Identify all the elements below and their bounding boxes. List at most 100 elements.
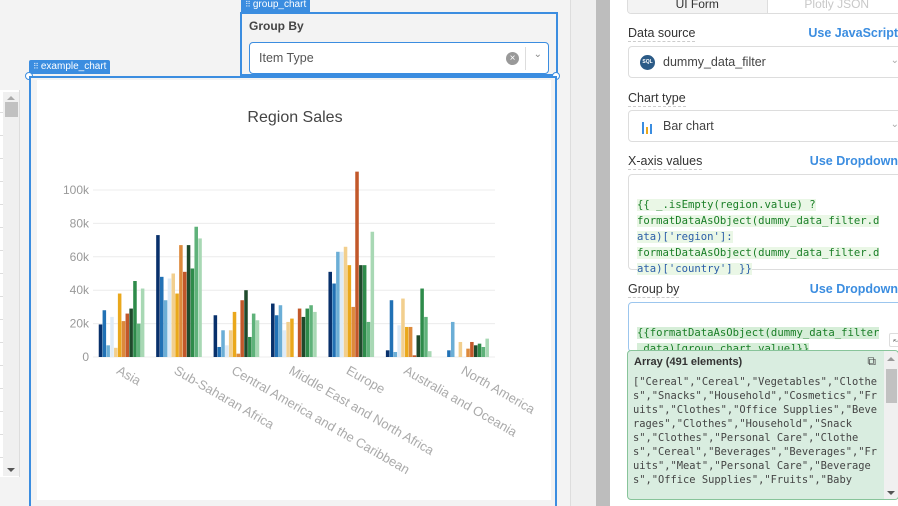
bar[interactable] <box>347 265 352 357</box>
bar[interactable] <box>424 316 428 357</box>
x-axis-code-editor[interactable]: {{ _.isEmpty(region.value) ? formatDataA… <box>628 174 898 275</box>
bar[interactable] <box>485 338 489 357</box>
example-chart-tag[interactable]: ⠿ example_chart <box>29 60 111 74</box>
clear-circle-icon[interactable]: × <box>506 52 519 65</box>
bar[interactable] <box>102 310 107 357</box>
bar[interactable] <box>244 290 248 357</box>
bar[interactable] <box>309 305 313 357</box>
bar[interactable] <box>198 238 202 357</box>
bar[interactable] <box>251 313 256 357</box>
bar[interactable] <box>297 308 302 357</box>
scroll-thumb[interactable] <box>886 369 897 403</box>
bar[interactable] <box>175 293 179 357</box>
bar[interactable] <box>282 330 287 357</box>
bar[interactable] <box>290 318 294 357</box>
bar[interactable] <box>343 246 348 357</box>
bar[interactable] <box>393 351 398 357</box>
group-by-code-editor[interactable]: {{formatDataAsObject(dummy_data_filter .… <box>628 302 898 355</box>
bar[interactable] <box>450 321 455 357</box>
bar[interactable] <box>473 345 478 357</box>
scroll-down-icon[interactable] <box>887 491 895 495</box>
bar[interactable] <box>458 341 463 357</box>
bar[interactable] <box>98 324 103 357</box>
left-scrollbar[interactable] <box>3 92 19 476</box>
bar[interactable] <box>286 321 290 357</box>
bar[interactable] <box>221 330 225 357</box>
bar[interactable] <box>339 251 344 357</box>
bar[interactable] <box>186 245 191 357</box>
chart-type-dropdown[interactable]: Bar chart ⌄ <box>628 110 898 142</box>
bar[interactable] <box>171 273 176 358</box>
bar[interactable] <box>412 355 417 357</box>
bar[interactable] <box>133 281 137 357</box>
x-axis-use-dropdown-link[interactable]: Use Dropdown <box>810 154 898 168</box>
bar[interactable] <box>397 325 401 357</box>
bar[interactable] <box>466 348 470 357</box>
bar[interactable] <box>370 231 375 357</box>
bar[interactable] <box>232 311 237 357</box>
group-by-use-dropdown-link[interactable]: Use Dropdown <box>810 282 898 296</box>
bar[interactable] <box>117 293 122 357</box>
bar[interactable] <box>313 311 317 357</box>
data-source-dropdown[interactable]: SQL dummy_data_filter ⌄ <box>628 46 898 78</box>
drag-grip-icon[interactable]: ⠿ <box>33 62 39 71</box>
bar[interactable] <box>114 347 118 357</box>
group-chart-widget[interactable]: Group By Item Type × ⌄ <box>240 12 558 76</box>
bar[interactable] <box>125 313 130 357</box>
bar[interactable] <box>240 300 244 357</box>
bar[interactable] <box>477 343 482 357</box>
tab-plotly-json[interactable]: Plotly JSON <box>766 0 898 13</box>
panel-resize-divider[interactable] <box>596 0 610 506</box>
bar[interactable] <box>225 345 229 357</box>
evaluated-scrollbar[interactable] <box>884 351 898 499</box>
chevron-down-icon[interactable]: ⌄ <box>534 49 542 60</box>
bar[interactable] <box>140 288 145 357</box>
scroll-down-icon[interactable] <box>7 468 15 472</box>
scroll-up-icon[interactable] <box>7 96 15 100</box>
bar[interactable] <box>336 251 340 357</box>
bar[interactable] <box>110 316 114 357</box>
bar[interactable] <box>355 171 359 357</box>
group-chart-tag[interactable]: ⠿ group_chart <box>241 0 311 12</box>
bar[interactable] <box>405 326 409 357</box>
bar[interactable] <box>385 350 390 357</box>
bar[interactable] <box>248 336 252 357</box>
bar[interactable] <box>481 346 486 357</box>
tab-ui-form[interactable]: UI Form <box>628 0 767 13</box>
bar[interactable] <box>156 235 160 357</box>
bar[interactable] <box>137 323 141 357</box>
bar[interactable] <box>359 265 363 357</box>
bar[interactable] <box>351 306 355 357</box>
bar[interactable] <box>194 226 198 357</box>
bar[interactable] <box>217 346 221 357</box>
drag-grip-icon[interactable]: ⠿ <box>245 0 251 9</box>
bar[interactable] <box>301 316 306 357</box>
group-by-select[interactable]: Item Type × ⌄ <box>249 42 549 74</box>
bar[interactable] <box>362 265 367 357</box>
bar[interactable] <box>278 305 283 357</box>
bar[interactable] <box>366 321 371 357</box>
bar[interactable] <box>332 283 336 357</box>
bar[interactable] <box>179 245 183 357</box>
use-javascript-link[interactable]: Use JavaScript <box>808 26 898 40</box>
bar[interactable] <box>228 330 233 357</box>
bar[interactable] <box>408 326 413 357</box>
bar[interactable] <box>470 341 474 357</box>
example-chart-widget[interactable]: Region Sales 0 20k 40k 60k 80k 100k Asia Sub-S… <box>29 76 557 506</box>
bar[interactable] <box>305 308 310 357</box>
bar[interactable] <box>389 300 394 357</box>
bar[interactable] <box>447 350 451 357</box>
bar[interactable] <box>428 351 432 357</box>
bar[interactable] <box>420 288 424 357</box>
copy-icon[interactable]: ⧉ <box>867 354 876 369</box>
bar[interactable] <box>255 320 260 357</box>
bar[interactable] <box>274 315 279 357</box>
bar[interactable] <box>190 268 195 357</box>
bar[interactable] <box>163 300 168 357</box>
bar[interactable] <box>160 276 164 357</box>
bar[interactable] <box>213 315 218 357</box>
bar[interactable] <box>121 321 126 357</box>
bar[interactable] <box>328 271 332 357</box>
bar[interactable] <box>236 353 241 357</box>
scroll-thumb[interactable] <box>5 102 18 117</box>
